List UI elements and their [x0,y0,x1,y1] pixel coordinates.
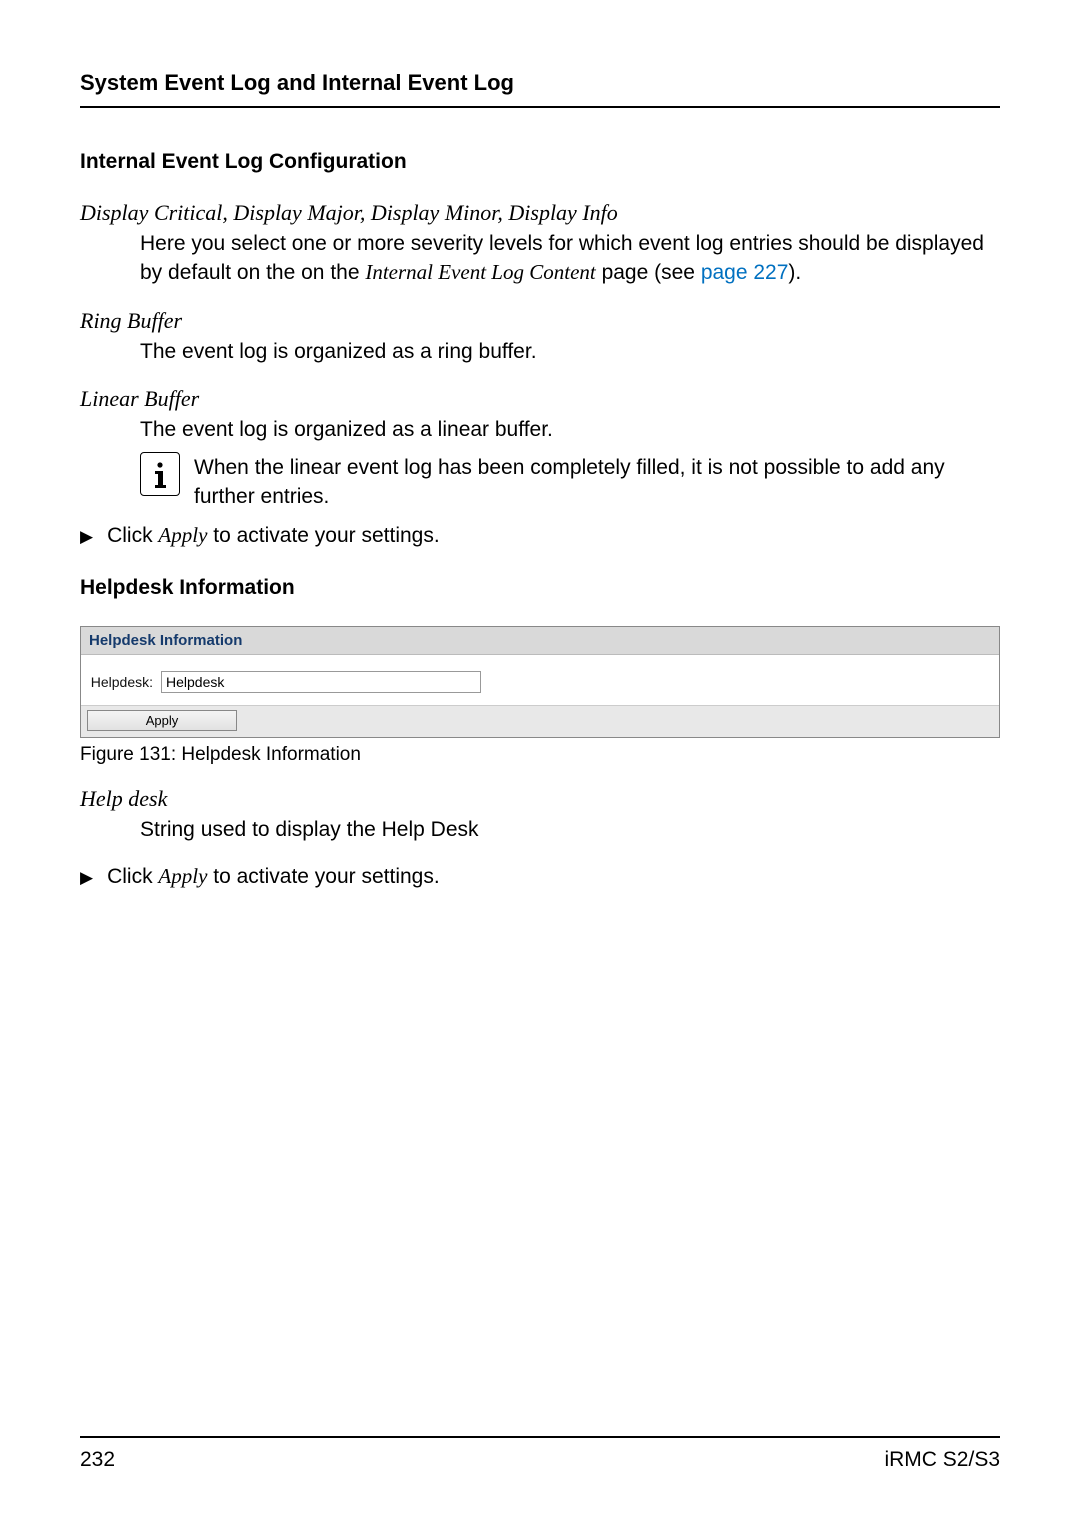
text: page (see [596,261,701,284]
apply-instruction-1: ▶ Click Apply to activate your settings. [80,523,1000,548]
apply-button[interactable]: Apply [87,710,237,731]
pointer-icon: ▶ [80,523,93,547]
doc-id: iRMC S2/S3 [884,1448,1000,1472]
info-icon [140,452,180,496]
helpdesk-desc: String used to display the Help Desk [140,816,1000,844]
section-heading-internal-event-log-config: Internal Event Log Configuration [80,150,1000,174]
pointer-icon: ▶ [80,864,93,888]
running-header: System Event Log and Internal Event Log [80,70,1000,108]
figure-panel-title: Helpdesk Information [81,627,999,655]
text: ). [788,261,801,284]
text: Click [107,865,158,888]
apply-instruction-2: ▶ Click Apply to activate your settings. [80,864,1000,889]
page-number: 232 [80,1448,115,1472]
text-italic: Apply [158,864,207,888]
page-link-227[interactable]: page 227 [701,261,789,284]
linear-buffer-label: Linear Buffer [80,386,1000,412]
text: to activate your settings. [207,865,439,888]
info-note: When the linear event log has been compl… [140,452,1000,511]
severity-options-label: Display Critical, Display Major, Display… [80,200,1000,226]
note-text: When the linear event log has been compl… [194,452,1000,511]
text-italic: Apply [158,523,207,547]
helpdesk-input[interactable] [161,671,481,693]
text: to activate your settings. [207,524,439,547]
linear-buffer-desc: The event log is organized as a linear b… [140,416,1000,444]
text: Click [107,524,158,547]
section-heading-helpdesk-info: Helpdesk Information [80,576,1000,600]
figure-caption: Figure 131: Helpdesk Information [80,744,1000,766]
text-italic: Internal Event Log Content [365,260,595,284]
severity-description: Here you select one or more severity lev… [140,230,1000,288]
page-footer: 232 iRMC S2/S3 [80,1436,1000,1472]
ring-buffer-label: Ring Buffer [80,308,1000,334]
helpdesk-term: Help desk [80,786,1000,812]
helpdesk-field-label: Helpdesk: [89,674,153,690]
helpdesk-figure-panel: Helpdesk Information Helpdesk: Apply [80,626,1000,738]
ring-buffer-desc: The event log is organized as a ring buf… [140,338,1000,366]
